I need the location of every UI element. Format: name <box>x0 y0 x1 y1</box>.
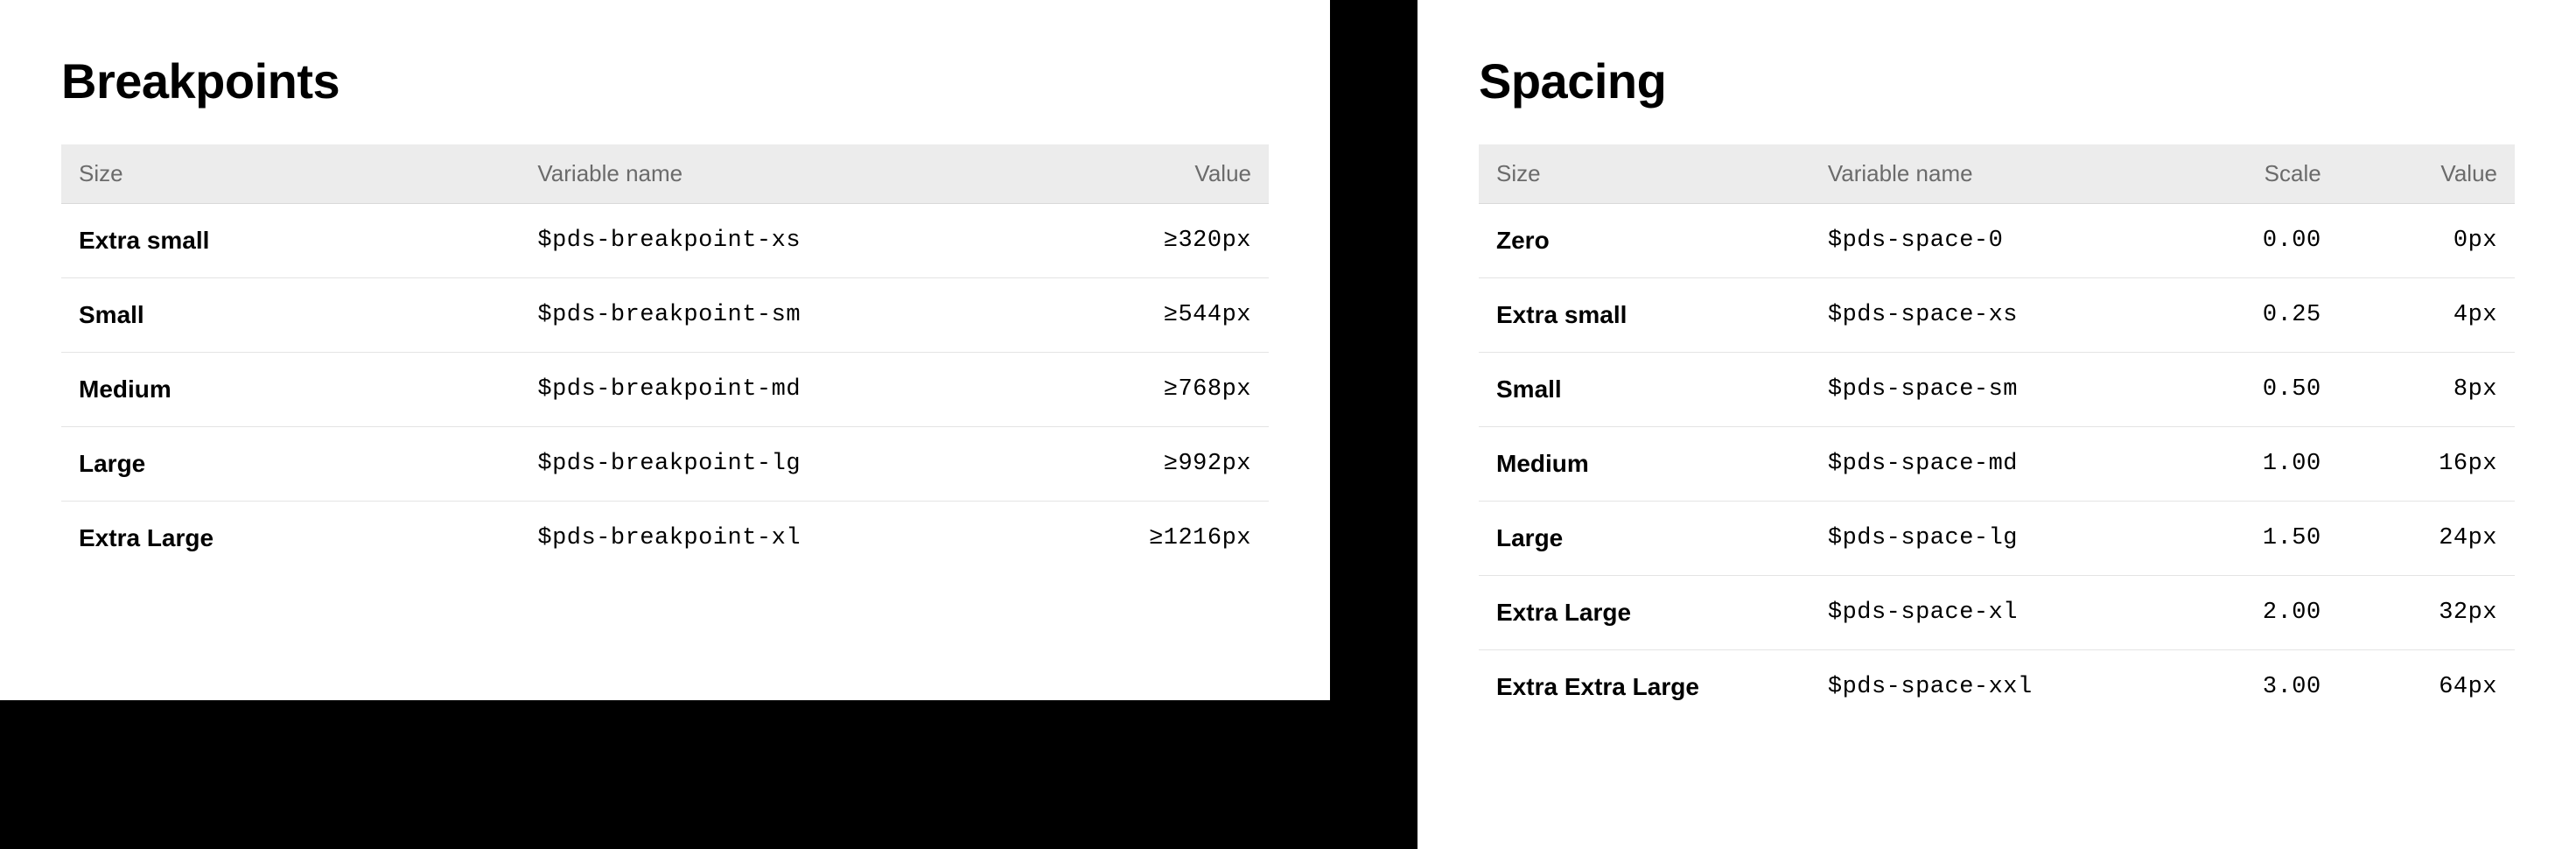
cell-value: 32px <box>2339 576 2515 650</box>
cell-size: Large <box>1479 502 1810 576</box>
cell-scale: 0.25 <box>2162 278 2338 353</box>
header-scale: Scale <box>2162 144 2338 204</box>
cell-size: Extra small <box>1479 278 1810 353</box>
cell-value: ≥320px <box>1027 204 1269 278</box>
cell-variable: $pds-breakpoint-lg <box>520 427 1027 502</box>
table-row: Small$pds-breakpoint-sm≥544px <box>61 278 1269 353</box>
cell-value: 24px <box>2339 502 2515 576</box>
cell-variable: $pds-space-sm <box>1810 353 2163 427</box>
table-header-row: Size Variable name Value <box>61 144 1269 204</box>
cell-size: Small <box>1479 353 1810 427</box>
cell-size: Medium <box>1479 427 1810 502</box>
cell-size: Large <box>61 427 520 502</box>
cell-value: ≥768px <box>1027 353 1269 427</box>
cell-value: ≥1216px <box>1027 502 1269 576</box>
table-row: Zero$pds-space-00.000px <box>1479 204 2515 278</box>
table-row: Large$pds-breakpoint-lg≥992px <box>61 427 1269 502</box>
cell-variable: $pds-space-lg <box>1810 502 2163 576</box>
cell-value: 16px <box>2339 427 2515 502</box>
cell-scale: 2.00 <box>2162 576 2338 650</box>
header-value: Value <box>1027 144 1269 204</box>
cell-value: 0px <box>2339 204 2515 278</box>
table-row: Extra small$pds-space-xs0.254px <box>1479 278 2515 353</box>
cell-size: Extra small <box>61 204 520 278</box>
cell-value: ≥544px <box>1027 278 1269 353</box>
table-row: Medium$pds-breakpoint-md≥768px <box>61 353 1269 427</box>
cell-scale: 1.00 <box>2162 427 2338 502</box>
cell-value: 64px <box>2339 650 2515 725</box>
spacing-table: Size Variable name Scale Value Zero$pds-… <box>1479 144 2515 724</box>
cell-size: Extra Large <box>61 502 520 576</box>
cell-variable: $pds-space-xs <box>1810 278 2163 353</box>
cell-variable: $pds-space-xl <box>1810 576 2163 650</box>
cell-variable: $pds-breakpoint-xl <box>520 502 1027 576</box>
cell-size: Medium <box>61 353 520 427</box>
cell-variable: $pds-breakpoint-xs <box>520 204 1027 278</box>
table-row: Extra Extra Large$pds-space-xxl3.0064px <box>1479 650 2515 725</box>
table-row: Extra Large$pds-breakpoint-xl≥1216px <box>61 502 1269 576</box>
cell-scale: 0.00 <box>2162 204 2338 278</box>
cell-variable: $pds-space-md <box>1810 427 2163 502</box>
cell-scale: 3.00 <box>2162 650 2338 725</box>
table-row: Large$pds-space-lg1.5024px <box>1479 502 2515 576</box>
cell-variable: $pds-space-xxl <box>1810 650 2163 725</box>
breakpoints-panel: Breakpoints Size Variable name Value Ext… <box>0 0 1330 700</box>
table-row: Extra small$pds-breakpoint-xs≥320px <box>61 204 1269 278</box>
header-variable: Variable name <box>520 144 1027 204</box>
cell-variable: $pds-space-0 <box>1810 204 2163 278</box>
header-value: Value <box>2339 144 2515 204</box>
spacing-panel: Spacing Size Variable name Scale Value Z… <box>1418 0 2576 849</box>
table-row: Medium$pds-space-md1.0016px <box>1479 427 2515 502</box>
spacing-title: Spacing <box>1479 53 2515 109</box>
cell-size: Small <box>61 278 520 353</box>
cell-value: ≥992px <box>1027 427 1269 502</box>
header-variable: Variable name <box>1810 144 2163 204</box>
cell-size: Extra Large <box>1479 576 1810 650</box>
cell-value: 4px <box>2339 278 2515 353</box>
cell-size: Extra Extra Large <box>1479 650 1810 725</box>
cell-value: 8px <box>2339 353 2515 427</box>
table-row: Small$pds-space-sm0.508px <box>1479 353 2515 427</box>
breakpoints-title: Breakpoints <box>61 53 1269 109</box>
breakpoints-table: Size Variable name Value Extra small$pds… <box>61 144 1269 575</box>
cell-scale: 1.50 <box>2162 502 2338 576</box>
cell-variable: $pds-breakpoint-md <box>520 353 1027 427</box>
table-header-row: Size Variable name Scale Value <box>1479 144 2515 204</box>
cell-variable: $pds-breakpoint-sm <box>520 278 1027 353</box>
cell-scale: 0.50 <box>2162 353 2338 427</box>
table-row: Extra Large$pds-space-xl2.0032px <box>1479 576 2515 650</box>
header-size: Size <box>61 144 520 204</box>
cell-size: Zero <box>1479 204 1810 278</box>
header-size: Size <box>1479 144 1810 204</box>
